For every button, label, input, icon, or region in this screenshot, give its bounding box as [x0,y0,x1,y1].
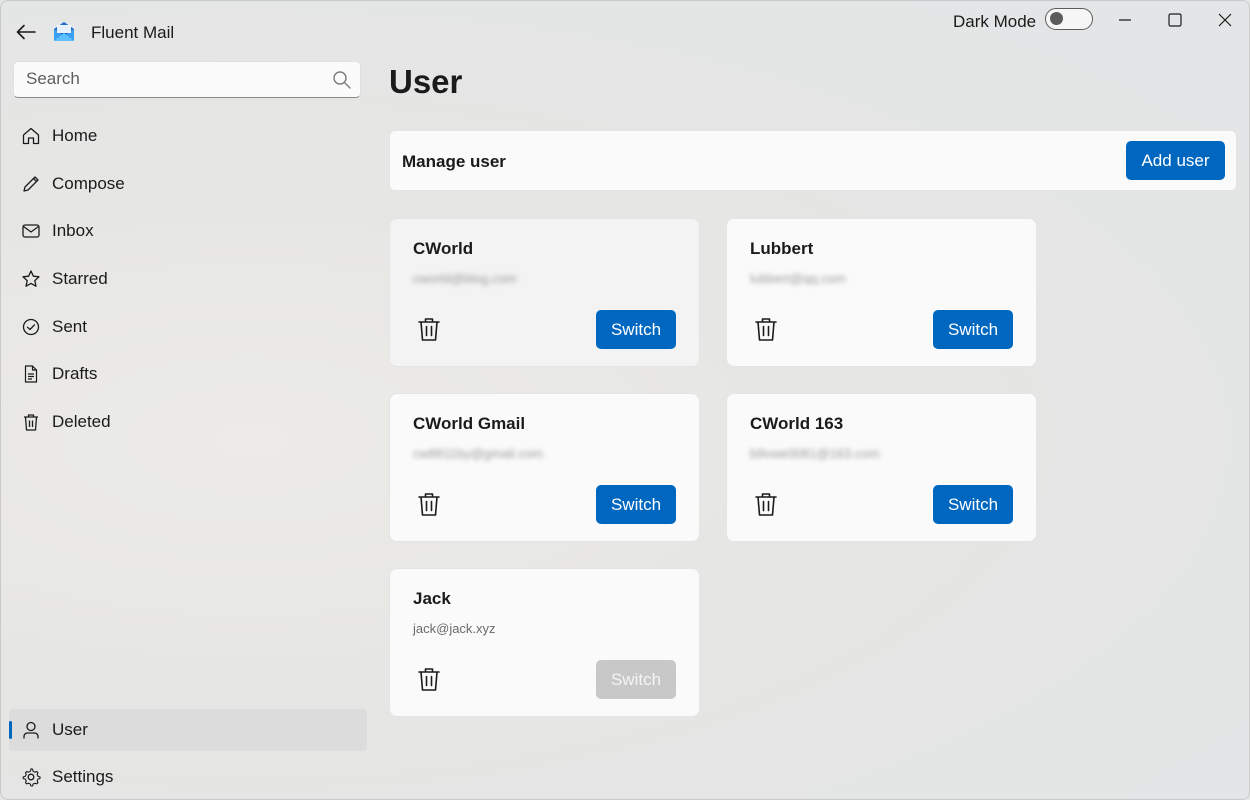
back-arrow-icon [16,24,36,40]
back-button[interactable] [13,19,39,45]
user-card: Lubbert lubbert@qq.com Switch [726,218,1037,367]
app-window: Fluent Mail Dark Mode Home Compose [0,0,1250,800]
search-icon[interactable] [332,70,352,90]
manage-user-label: Manage user [402,152,506,171]
home-icon [20,125,42,147]
nav-item-deleted[interactable]: Deleted [9,401,367,443]
trash-icon [755,318,777,341]
nav-item-label: Deleted [52,412,111,431]
toggle-knob [1050,12,1063,25]
dark-mode-toggle[interactable] [1045,8,1093,30]
nav-item-starred[interactable]: Starred [9,258,367,300]
switch-user-button[interactable]: Switch [596,485,676,524]
switch-user-button: Switch [596,660,676,699]
nav-item-label: Sent [52,317,87,336]
delete-user-button[interactable] [416,490,442,518]
user-email: jack@jack.xyz [413,621,496,636]
close-button[interactable] [1212,9,1238,31]
user-email: cw8811by@gmail.com [413,446,544,461]
person-icon [20,719,42,741]
trash-icon [418,493,440,516]
user-name: Jack [413,589,451,608]
nav-item-label: Starred [52,269,108,288]
switch-user-button[interactable]: Switch [596,310,676,349]
user-name: Lubbert [750,239,814,258]
nav-item-sent[interactable]: Sent [9,306,367,348]
add-user-button[interactable]: Add user [1126,141,1225,180]
nav-item-compose[interactable]: Compose [9,163,367,205]
search-input[interactable] [14,62,348,96]
nav-item-drafts[interactable]: Drafts [9,353,367,395]
switch-user-button[interactable]: Switch [933,310,1013,349]
user-card: CWorld Gmail cw8811by@gmail.com Switch [389,393,700,542]
trash-icon [20,411,42,433]
delete-user-button[interactable] [753,315,779,343]
document-icon [20,363,42,385]
minimize-icon [1119,19,1131,21]
check-circle-icon [20,316,42,338]
maximize-icon [1168,13,1182,27]
minimize-button[interactable] [1112,9,1138,31]
mail-icon [20,220,42,242]
delete-user-button[interactable] [753,490,779,518]
user-name: CWorld 163 [750,414,844,433]
dark-mode-label: Dark Mode [953,12,1037,31]
nav-item-user[interactable]: User [9,709,367,751]
nav-item-label: Settings [52,767,114,786]
star-icon [20,268,42,290]
user-name: CWorld Gmail [413,414,526,433]
trash-icon [418,318,440,341]
nav-item-label: Inbox [52,221,94,240]
user-card: CWorld cworld@blog.com Switch [389,218,700,367]
trash-icon [755,493,777,516]
nav-item-label: Drafts [52,364,98,383]
trash-icon [418,668,440,691]
maximize-button[interactable] [1162,9,1188,31]
manage-user-bar: Manage user Add user [389,130,1237,191]
mail-logo-icon [54,22,74,41]
nav-item-settings[interactable]: Settings [9,756,367,798]
page-title: User [389,63,463,100]
user-card: Jack jack@jack.xyz Switch [389,568,700,717]
gear-icon [20,766,42,788]
nav-item-inbox[interactable]: Inbox [9,210,367,252]
nav-item-label: User [52,720,88,739]
pencil-icon [20,173,42,195]
app-title: Fluent Mail [91,23,175,42]
close-icon [1218,13,1232,27]
nav-item-label: Compose [52,174,125,193]
user-name: CWorld [413,239,474,258]
delete-user-button[interactable] [416,665,442,693]
user-card: CWorld 163 b9vwe0081@163.com Switch [726,393,1037,542]
nav-item-home[interactable]: Home [9,115,367,157]
delete-user-button[interactable] [416,315,442,343]
switch-user-button[interactable]: Switch [933,485,1013,524]
user-email: b9vwe0081@163.com [750,446,880,461]
user-email: cworld@blog.com [413,271,517,286]
nav-item-label: Home [52,126,98,145]
user-email: lubbert@qq.com [750,271,846,286]
search-box [13,61,361,98]
